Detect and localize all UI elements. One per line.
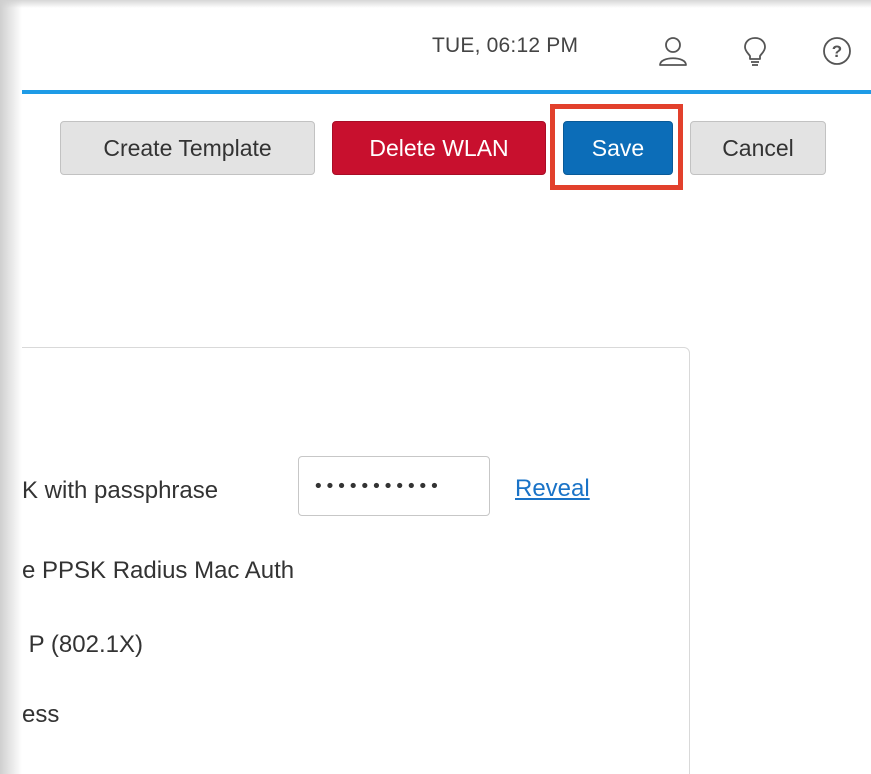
user-icon[interactable] [654, 32, 692, 70]
cancel-button[interactable]: Cancel [690, 121, 826, 175]
save-button[interactable]: Save [563, 121, 673, 175]
header-datetime: TUE, 06:12 PM [432, 34, 579, 57]
reveal-passphrase-link[interactable]: Reveal [515, 475, 590, 503]
help-icon[interactable]: ? [818, 32, 856, 70]
top-header: TUE, 06:12 PM ? [22, 8, 871, 94]
window-frame: TUE, 06:12 PM ? Create Template Delete W… [0, 0, 871, 774]
lightbulb-icon[interactable] [736, 32, 774, 70]
header-accent-rule [22, 90, 871, 94]
passphrase-field[interactable] [298, 456, 490, 516]
security-option-open[interactable]: ess [22, 701, 59, 729]
delete-wlan-button[interactable]: Delete WLAN [332, 121, 546, 175]
create-template-button[interactable]: Create Template [60, 121, 315, 175]
frame-shadow-top [0, 0, 871, 8]
security-option-psk[interactable]: K with passphrase [22, 477, 218, 505]
svg-text:?: ? [832, 42, 842, 61]
security-option-eap[interactable]: P (802.1X) [22, 631, 143, 659]
frame-shadow-left [0, 0, 22, 774]
security-option-ppsk-radius[interactable]: e PPSK Radius Mac Auth [22, 557, 294, 585]
app-viewport: TUE, 06:12 PM ? Create Template Delete W… [22, 8, 871, 774]
